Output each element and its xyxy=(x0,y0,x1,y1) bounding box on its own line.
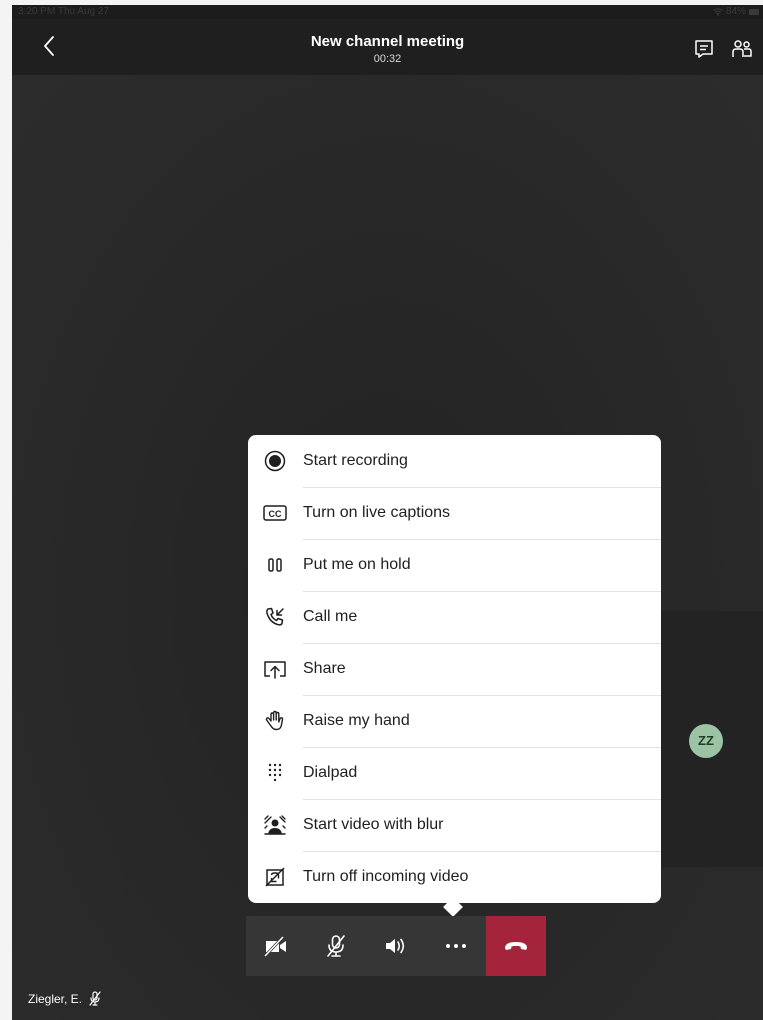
menu-item-start-recording[interactable]: Start recording xyxy=(248,435,661,487)
closed-captions-icon: CC xyxy=(263,501,287,525)
video-off-icon xyxy=(263,865,287,889)
meeting-screen: 3:20 PM Thu Aug 27 84% New channel meeti… xyxy=(12,5,763,1020)
participant-name: Ziegler, E. xyxy=(28,991,83,1006)
menu-item-dialpad[interactable]: Dialpad xyxy=(248,747,661,799)
participant-avatar[interactable]: ZZ xyxy=(689,724,723,758)
pause-icon xyxy=(263,553,287,577)
share-screen-icon xyxy=(263,657,287,681)
mute-button[interactable] xyxy=(306,916,366,976)
participants-icon xyxy=(732,40,752,57)
chat-button[interactable] xyxy=(692,37,716,61)
menu-item-label: Start video with blur xyxy=(303,816,444,833)
camera-toggle-button[interactable] xyxy=(246,916,306,976)
mic-muted-icon xyxy=(89,991,101,1006)
hang-up-icon xyxy=(505,942,527,950)
menu-item-share[interactable]: Share xyxy=(248,643,661,695)
record-icon xyxy=(263,449,287,473)
menu-item-label: Call me xyxy=(303,608,358,625)
menu-item-raise-hand[interactable]: Raise my hand xyxy=(248,695,661,747)
more-options-button[interactable] xyxy=(426,916,486,976)
hang-up-button[interactable] xyxy=(486,916,546,976)
menu-item-hold[interactable]: Put me on hold xyxy=(248,539,661,591)
top-bar: New channel meeting 00:32 xyxy=(12,19,763,75)
menu-item-live-captions[interactable]: CC Turn on live captions xyxy=(248,487,661,539)
camera-off-icon xyxy=(263,935,286,957)
self-caption: Ziegler, E. xyxy=(28,991,102,1006)
status-time: 3:20 PM Thu Aug 27 xyxy=(18,6,109,17)
call-controls xyxy=(246,916,546,976)
background-blur-icon xyxy=(263,813,287,837)
chat-icon xyxy=(695,40,713,58)
status-indicators: 84% xyxy=(713,5,759,19)
battery-percent: 84% xyxy=(725,6,746,17)
speaker-button[interactable] xyxy=(366,916,426,976)
wifi-icon xyxy=(713,8,723,16)
meeting-timer: 00:32 xyxy=(373,53,402,65)
status-bar: 3:20 PM Thu Aug 27 84% xyxy=(12,5,763,19)
menu-item-label: Put me on hold xyxy=(303,556,411,573)
menu-item-video-blur[interactable]: Start video with blur xyxy=(248,799,661,851)
more-options-menu: Start recording CC Turn on live captions… xyxy=(248,435,661,903)
menu-item-label: Dialpad xyxy=(303,764,358,781)
menu-item-label: Share xyxy=(303,660,346,677)
phone-incoming-icon xyxy=(263,605,287,629)
menu-item-label: Raise my hand xyxy=(303,712,410,729)
raise-hand-icon xyxy=(263,709,287,733)
meeting-title: New channel meeting xyxy=(310,33,465,50)
menu-item-label: Turn off incoming video xyxy=(303,868,469,885)
speaker-icon xyxy=(386,938,405,954)
menu-item-incoming-video-off[interactable]: Turn off incoming video xyxy=(248,851,661,903)
battery-icon xyxy=(749,9,759,15)
menu-item-call-me[interactable]: Call me xyxy=(248,591,661,643)
svg-text:CC: CC xyxy=(269,509,282,519)
menu-item-label: Turn on live captions xyxy=(303,504,451,521)
more-icon xyxy=(446,944,466,948)
dialpad-icon xyxy=(263,761,287,785)
mic-muted-icon xyxy=(327,935,345,957)
title-block: New channel meeting 00:32 xyxy=(12,33,763,66)
menu-item-label: Start recording xyxy=(303,452,408,469)
participants-button[interactable] xyxy=(730,37,754,61)
